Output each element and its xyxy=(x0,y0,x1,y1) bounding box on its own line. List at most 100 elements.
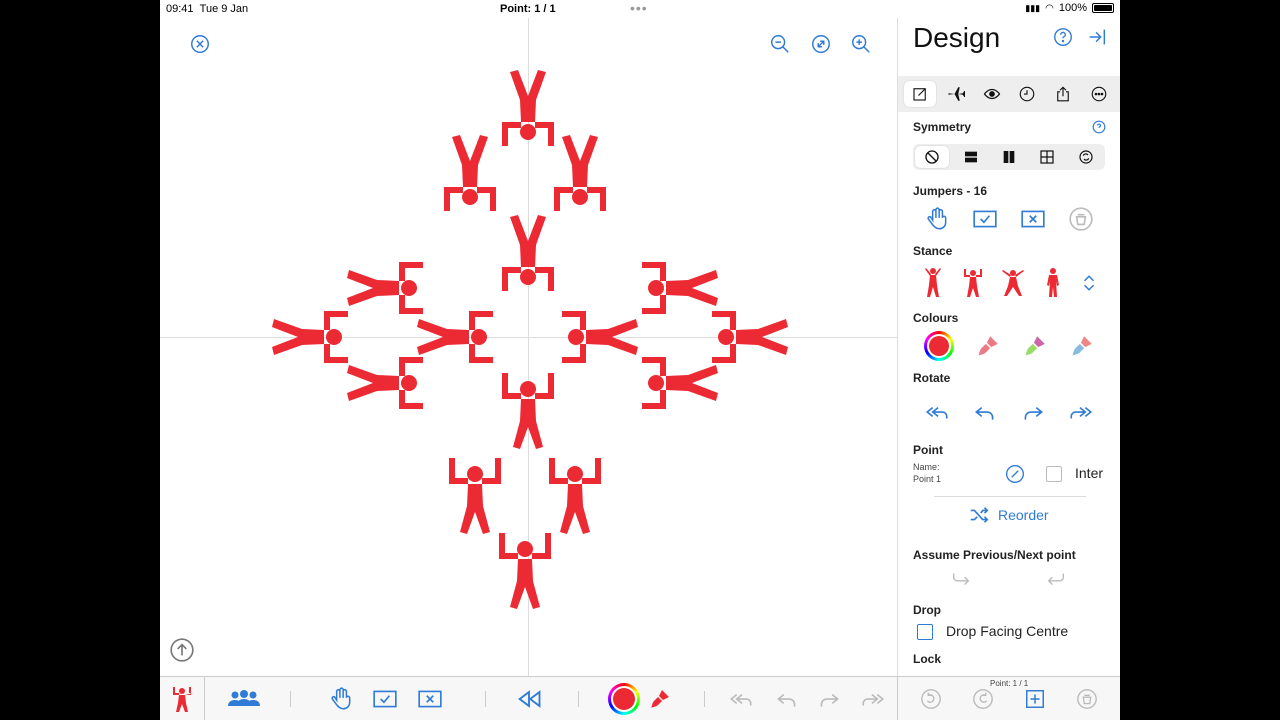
symmetry-help-icon[interactable] xyxy=(1092,120,1106,134)
rotate-left-icon[interactable] xyxy=(774,685,800,713)
colour-picker-icon[interactable] xyxy=(608,683,640,715)
point-name-label: Name: xyxy=(913,462,940,472)
stance-more-icon[interactable] xyxy=(1080,270,1098,296)
jumper-stance-icon[interactable] xyxy=(168,685,196,713)
colour-options xyxy=(913,331,1105,361)
symmetry-selector xyxy=(913,144,1105,170)
symmetry-horizontal-icon[interactable] xyxy=(954,146,988,168)
edit-icon[interactable] xyxy=(903,81,936,107)
drop-heading: Drop xyxy=(913,603,941,617)
jumper-16[interactable] xyxy=(562,311,638,363)
reorder-button[interactable]: Reorder xyxy=(968,504,1049,526)
jumper-10[interactable] xyxy=(347,262,423,314)
jumper-6[interactable] xyxy=(449,458,501,534)
clock-icon[interactable] xyxy=(1011,81,1043,107)
battery-text: 100% xyxy=(1058,2,1087,14)
brush-rainbow-icon[interactable] xyxy=(1069,333,1095,359)
select-all-icon[interactable] xyxy=(972,206,998,232)
share-icon[interactable] xyxy=(1047,81,1079,107)
jumper-15[interactable] xyxy=(642,357,718,409)
symmetry-rotate-icon[interactable] xyxy=(1069,146,1103,168)
screen: 09:41 Tue 9 Jan Point: 1 / 1 ••• ▮▮▮ ◠ 1… xyxy=(160,0,1120,720)
signal-icon: ▮▮▮ xyxy=(1025,2,1041,13)
up-icon[interactable] xyxy=(169,637,195,663)
jumper-2[interactable] xyxy=(444,135,496,211)
select-hand-icon[interactable] xyxy=(924,206,950,232)
footer-point-text: Point: 1 / 1 xyxy=(990,679,1029,688)
point-clear-icon[interactable] xyxy=(1005,464,1025,484)
stance-options xyxy=(913,266,1105,300)
deselect-icon[interactable] xyxy=(1020,206,1046,232)
formation-drawing[interactable] xyxy=(160,18,897,676)
status-right: ▮▮▮ ◠ 100% xyxy=(1025,2,1114,14)
multitask-icon[interactable]: ••• xyxy=(630,0,648,16)
rotate-right-icon[interactable] xyxy=(1020,399,1046,425)
jumper-5[interactable] xyxy=(502,373,554,449)
jumper-9[interactable] xyxy=(272,311,348,363)
jumper-3[interactable] xyxy=(554,135,606,211)
group-icon[interactable] xyxy=(226,685,262,713)
design-panel: Design Symmetry Jumpers - 16 Stance Colo… xyxy=(897,18,1120,676)
colour-picker-icon[interactable] xyxy=(923,331,954,361)
symmetry-quad-icon[interactable] xyxy=(1030,146,1064,168)
formation-canvas[interactable] xyxy=(160,18,897,676)
rotate-right-icon[interactable] xyxy=(816,685,842,713)
stance-box-icon[interactable] xyxy=(960,266,986,300)
drop-facing-checkbox[interactable] xyxy=(917,624,933,640)
brush-red-icon[interactable] xyxy=(975,333,1001,359)
rewind-icon[interactable] xyxy=(515,685,543,713)
jumper-1[interactable] xyxy=(502,70,554,146)
deselect-icon[interactable] xyxy=(417,685,443,713)
rotate-left-double-icon[interactable] xyxy=(728,685,754,713)
point-heading: Point xyxy=(913,443,943,457)
status-bar: 09:41 Tue 9 Jan Point: 1 / 1 ••• ▮▮▮ ◠ 1… xyxy=(160,0,1120,18)
assume-heading: Assume Previous/Next point xyxy=(913,548,1076,562)
stance-standing-icon[interactable] xyxy=(1040,266,1066,300)
airplane-icon[interactable] xyxy=(940,81,972,107)
symmetry-none-icon[interactable] xyxy=(915,146,950,168)
battery-icon xyxy=(1092,3,1114,13)
rotate-actions xyxy=(913,399,1105,425)
rotate-left-double-icon[interactable] xyxy=(924,399,950,425)
jumper-12[interactable] xyxy=(417,311,493,363)
add-point-icon[interactable] xyxy=(1024,685,1046,713)
rotate-right-double-icon[interactable] xyxy=(1068,399,1094,425)
jumper-14[interactable] xyxy=(642,262,718,314)
jumpers-actions xyxy=(913,206,1105,232)
stance-arms-up-icon[interactable] xyxy=(920,266,946,300)
assume-previous-icon[interactable] xyxy=(950,568,972,590)
help-icon[interactable] xyxy=(1052,26,1074,48)
select-all-icon[interactable] xyxy=(372,685,398,713)
trash-icon[interactable] xyxy=(1068,206,1094,232)
brush-icon[interactable] xyxy=(648,685,672,713)
inter-checkbox[interactable] xyxy=(1046,466,1062,482)
rotate-right-double-icon[interactable] xyxy=(860,685,886,713)
select-hand-icon[interactable] xyxy=(328,685,354,713)
panel-title: Design xyxy=(913,22,1001,53)
rotate-left-icon[interactable] xyxy=(972,399,998,425)
jumpers-heading: Jumpers - 16 xyxy=(913,184,988,198)
jumper-11[interactable] xyxy=(347,357,423,409)
symmetry-heading: Symmetry xyxy=(913,120,972,134)
jumper-4[interactable] xyxy=(502,215,554,291)
more-icon[interactable] xyxy=(1083,81,1115,107)
undo-point-icon[interactable] xyxy=(972,685,994,713)
jumper-13[interactable] xyxy=(712,311,788,363)
jumper-8[interactable] xyxy=(499,533,551,609)
tab-bar xyxy=(898,76,1120,112)
assume-next-icon[interactable] xyxy=(1045,568,1067,590)
jumper-7[interactable] xyxy=(549,458,601,534)
stance-wide-icon[interactable] xyxy=(1000,266,1026,300)
eye-icon[interactable] xyxy=(976,81,1008,107)
symmetry-vertical-icon[interactable] xyxy=(992,146,1026,168)
collapse-icon[interactable] xyxy=(1086,26,1108,48)
bottom-toolbar: Point: 1 / 1 xyxy=(160,676,1120,720)
delete-point-icon[interactable] xyxy=(1076,685,1098,713)
drop-facing-label: Drop Facing Centre xyxy=(946,623,1069,639)
lock-heading: Lock xyxy=(913,652,942,666)
colours-heading: Colours xyxy=(913,311,959,325)
brush-multicolour-icon[interactable] xyxy=(1022,333,1048,359)
redo-point-icon[interactable] xyxy=(920,685,942,713)
shuffle-icon xyxy=(968,504,990,526)
reorder-label: Reorder xyxy=(998,507,1049,523)
